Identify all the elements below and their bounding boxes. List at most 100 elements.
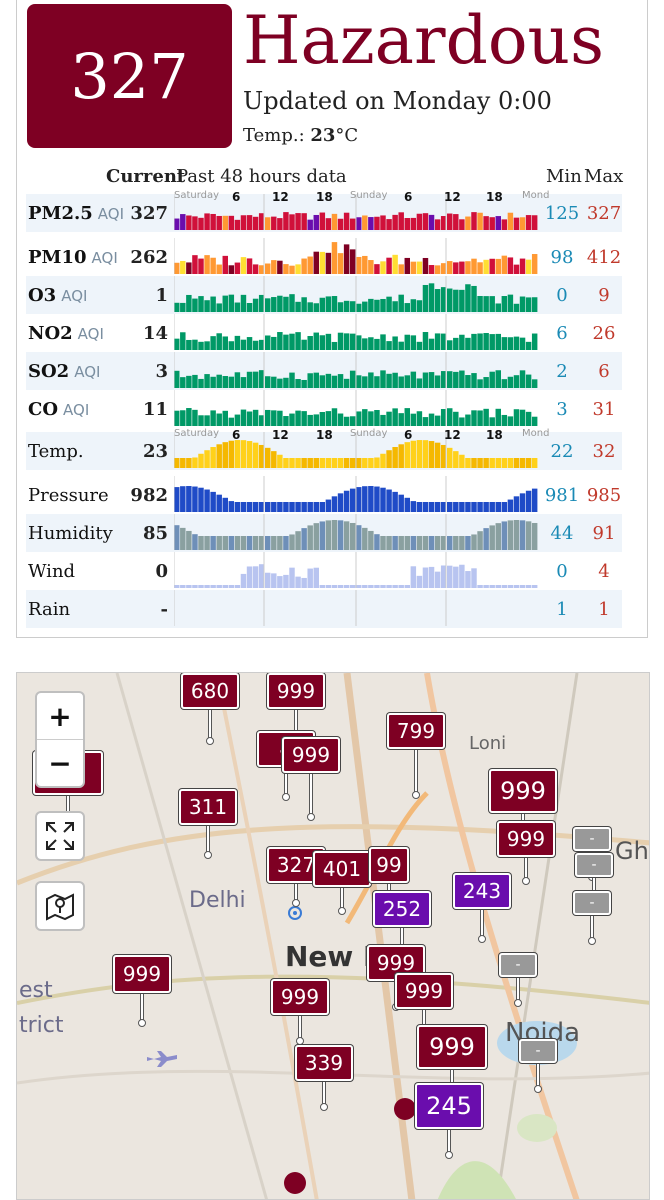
- sparkline-bar: [507, 294, 514, 312]
- sparkline-bar: [459, 417, 465, 426]
- sparkline-bar: [180, 410, 186, 426]
- sparkline-bar: [477, 296, 483, 312]
- sparkline-bar: [501, 414, 508, 426]
- sparkline-bar: [289, 265, 295, 274]
- row-max: 31: [592, 399, 616, 420]
- row-sparkline: [174, 476, 538, 512]
- sparkline-bar: [186, 408, 192, 426]
- row-label: O3: [28, 285, 57, 306]
- sparkline-bar: [325, 218, 332, 230]
- sparkline-bar: [331, 520, 338, 550]
- sparkline-bar: [343, 333, 350, 350]
- sparkline-bar: [410, 501, 417, 512]
- zoom-in-button[interactable]: +: [37, 693, 83, 740]
- marker-value: 999: [113, 955, 171, 993]
- sparkline-bar: [453, 214, 459, 230]
- sparkline-bar: [465, 216, 471, 230]
- map-layers-icon: [37, 883, 83, 929]
- sparkline-bar: [404, 334, 410, 350]
- sparkline-bar: [216, 494, 222, 512]
- sparkline-bar: [234, 536, 241, 550]
- sparkline-bar: [240, 377, 247, 388]
- sparkline-bar: [386, 341, 392, 350]
- sparkline-bar: [501, 337, 508, 350]
- row-current: 85: [142, 523, 168, 544]
- sparkline-bar: [489, 296, 495, 312]
- sparkline-bar: [271, 336, 277, 350]
- sparkline-bar: [447, 288, 453, 312]
- row-name: Wind: [28, 561, 75, 582]
- sparkline-bar: [192, 585, 198, 588]
- sparkline-bar: [374, 534, 380, 550]
- sparkline-bar: [313, 372, 319, 388]
- sparkline-bar: [501, 219, 508, 230]
- sparkline-bar: [192, 457, 198, 468]
- sparkline-bar: [283, 212, 289, 230]
- sparkline-bar: [434, 289, 441, 312]
- sparkline-bar: [174, 525, 180, 550]
- sparkline-bar: [477, 333, 483, 350]
- sparkline-bar: [398, 444, 404, 468]
- aqi-map[interactable]: Delhi New D Noida Loni Gh est trict 680 9…: [16, 672, 650, 1200]
- sparkline-bar: [277, 576, 283, 588]
- marker-value: 799: [387, 713, 445, 749]
- sparkline-bar: [180, 260, 186, 274]
- sparkline-bar: [204, 585, 210, 588]
- sparkline-bar: [459, 219, 465, 230]
- sparkline-bar: [525, 341, 532, 350]
- row-name: PM10 AQI: [28, 247, 118, 268]
- sparkline-bar: [410, 335, 417, 350]
- sparkline-bar: [398, 294, 404, 312]
- sparkline-bar: [222, 442, 228, 468]
- sparkline-bar: [186, 339, 192, 350]
- sparkline-bar: [216, 303, 222, 312]
- zoom-out-button[interactable]: −: [37, 740, 83, 786]
- map-layers-button[interactable]: [35, 881, 85, 931]
- sparkline-bar: [222, 215, 228, 230]
- sparkline-bar: [210, 410, 216, 426]
- row-min: 44: [550, 523, 574, 544]
- sparkline-bar: [404, 585, 410, 588]
- sparkline-bar: [507, 212, 514, 230]
- marker-value: 999: [271, 979, 329, 1015]
- row-name: SO2 AQI: [28, 361, 100, 382]
- sparkline-bar: [410, 261, 417, 274]
- sparkline-bar: [180, 302, 186, 312]
- sparkline-bar: [471, 502, 477, 512]
- sparkline-bar: [222, 336, 228, 350]
- sparkline-bar: [331, 585, 338, 588]
- sparkline-bar: [337, 253, 344, 274]
- sparkline-bar: [180, 585, 186, 588]
- sparkline-bar: [356, 411, 362, 426]
- sparkline-bar: [368, 411, 374, 426]
- sparkline-bar: [501, 521, 508, 550]
- sparkline-bar: [349, 416, 356, 426]
- sparkline-bar: [362, 338, 368, 350]
- sparkline-bar: [519, 409, 526, 426]
- sparkline-bar: [428, 566, 435, 588]
- sparkline-bar: [210, 257, 216, 274]
- sparkline-bar: [349, 218, 356, 230]
- sparkline-bar: [319, 502, 326, 512]
- sparkline-bar: [222, 410, 228, 426]
- sparkline-bar: [234, 372, 241, 388]
- fullscreen-button[interactable]: [35, 811, 85, 861]
- sparkline-bar: [477, 531, 483, 550]
- sparkline-bar: [265, 572, 271, 588]
- sparkline-bar: [471, 458, 477, 468]
- row-max: 9: [598, 285, 610, 306]
- sparkline-bar: [265, 536, 271, 550]
- sparkline-bar: [325, 296, 332, 312]
- sparkline-bar: [519, 520, 526, 550]
- sparkline-bar: [289, 534, 295, 550]
- hour-label: 18: [316, 428, 333, 442]
- sparkline-bar: [301, 339, 307, 350]
- aqi-value: 327: [70, 39, 189, 113]
- sparkline-bar: [210, 296, 216, 312]
- sparkline-bar: [343, 521, 350, 550]
- sparkline-bar: [398, 413, 404, 426]
- marker-value: 999: [497, 821, 555, 857]
- sparkline-bar: [186, 262, 192, 274]
- sparkline-bar: [513, 264, 520, 274]
- marker-value: 311: [179, 789, 237, 825]
